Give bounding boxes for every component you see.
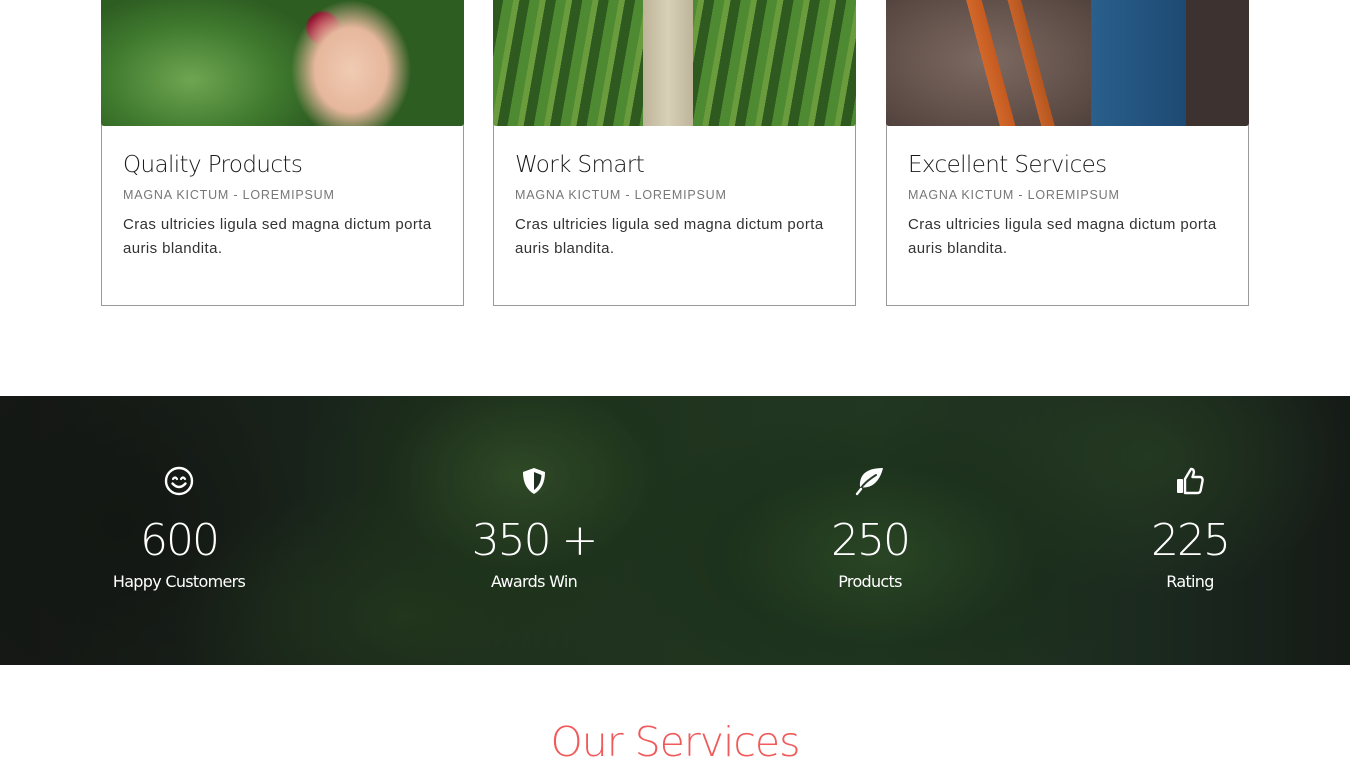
feature-card-quality-products: Quality Products MAGNA KICTUM - LOREMIPS… [101,0,464,306]
card-title[interactable]: Excellent Services [908,150,1228,180]
leaf-icon [855,468,883,496]
stat-label: Rating [1166,572,1214,591]
stat-value: 250 [831,515,911,566]
card-description: Cras ultricies ligula sed magna dictum p… [515,216,824,257]
card-image-radish [101,0,464,126]
feature-card-excellent-services: Excellent Services MAGNA KICTUM - LOREMI… [886,0,1249,306]
card-meta: MAGNA KICTUM - LOREMIPSUM [123,188,335,202]
stat-value: 225 [1151,515,1231,566]
card-title[interactable]: Work Smart [515,150,835,180]
card-image-greenhouse [493,0,856,126]
section-title-our-services: Our Services [550,718,800,766]
feature-cards-section: Quality Products MAGNA KICTUM - LOREMIPS… [0,0,1350,396]
stat-value: 350 + [471,515,599,566]
card-description: Cras ultricies ligula sed magna dictum p… [908,216,1217,257]
card-title[interactable]: Quality Products [123,150,443,180]
stat-label: Products [838,572,902,591]
thumbs-up-icon [1177,467,1204,495]
card-meta: MAGNA KICTUM - LOREMIPSUM [515,188,727,202]
stat-value: 600 [140,515,220,566]
card-description: Cras ultricies ligula sed magna dictum p… [123,216,432,257]
card-body: Excellent Services MAGNA KICTUM - LOREMI… [908,150,1228,261]
stat-label: Happy Customers [112,572,246,591]
card-body: Quality Products MAGNA KICTUM - LOREMIPS… [123,150,443,261]
card-image-carrots [886,0,1249,126]
shield-icon [523,468,545,494]
feature-card-work-smart: Work Smart MAGNA KICTUM - LOREMIPSUM Cra… [493,0,856,306]
card-meta: MAGNA KICTUM - LOREMIPSUM [908,188,1120,202]
card-body: Work Smart MAGNA KICTUM - LOREMIPSUM Cra… [515,150,835,261]
smile-icon [164,466,194,496]
stat-label: Awards Win [490,572,578,591]
stats-counter-section: 600 Happy Customers 350 + Awards Win 250… [0,396,1350,665]
